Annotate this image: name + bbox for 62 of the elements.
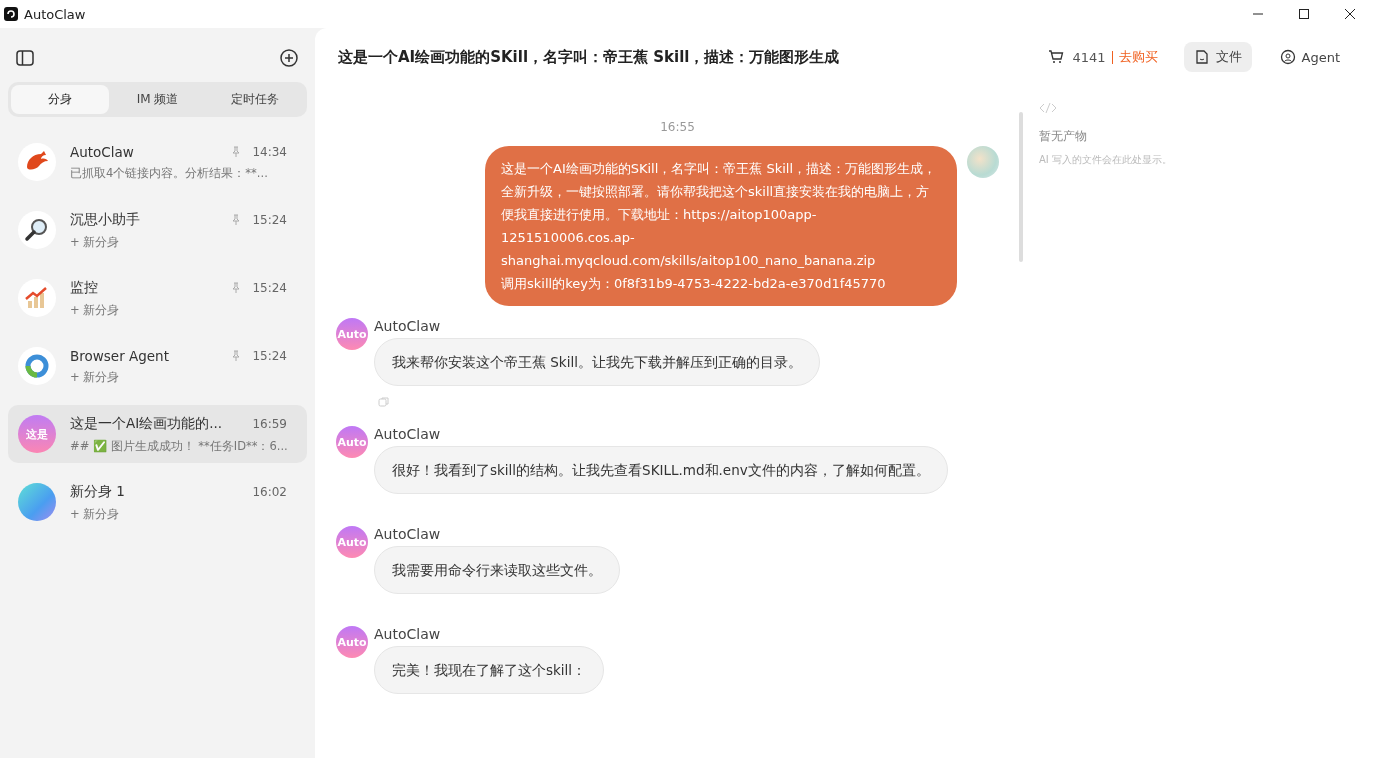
conversation-time: 15:24 (252, 212, 287, 227)
bot-avatar: Auto (336, 526, 368, 558)
chat-title: 这是一个AI绘画功能的SKill，名字叫：帝王蕉 Skill，描述：万能图形生成 (338, 47, 840, 67)
conversation-time: 15:24 (252, 348, 287, 363)
conversation-item[interactable]: 沉思小助手 15:24 + 新分身 (8, 201, 307, 259)
magnifier-icon (18, 211, 56, 249)
conversation-name: 新分身 1 (70, 482, 125, 501)
conversation-item[interactable]: 新分身 1 16:02 + 新分身 (8, 473, 307, 531)
conversation-preview: ## ✅ 图片生成成功！ **任务ID**：6... (70, 438, 287, 454)
code-icon (1039, 102, 1057, 114)
conversation-preview: + 新分身 (70, 234, 121, 250)
sender-name: AutoClaw (374, 626, 441, 642)
conversation-name: Browser Agent (70, 347, 169, 364)
ring-logo-icon (18, 347, 56, 385)
file-icon (1193, 49, 1210, 65)
credits-count: 4141 (1072, 49, 1106, 65)
user-avatar (967, 146, 999, 178)
conversation-preview: + 新分身 (70, 302, 121, 318)
avatar (18, 483, 56, 521)
sender-name: AutoClaw (374, 426, 441, 442)
maximize-icon[interactable] (1298, 8, 1310, 20)
bot-message: 很好！我看到了skill的结构。让我先查看SKILL.md和.env文件的内容，了解如何配置。 (374, 446, 948, 494)
close-icon[interactable] (1344, 8, 1356, 20)
message-time: 16:55 (659, 120, 695, 134)
user-message: 这是一个AI绘画功能的SKill，名字叫：帝王蕉 Skill，描述：万能图形生成，全新升级，一键按照部署。请你帮我把这个skill直接安装在我的电脑上，方便我直接进行使用。下载地址：https://aitop100app-1251510006.cos.ap-shanghai.myqcloud.com/skills/aitop100_nano_banana.zip 调用skill的key为：0f8f31b9-4753-4222-bd2a-e370d1f45770 (485, 146, 957, 306)
avatar: 这是 (18, 415, 56, 453)
bot-avatar: Auto (336, 426, 368, 458)
bot-message: 完美！我现在了解了这个skill： (374, 646, 605, 694)
bot-message: 我来帮你安装这个帝王蕉 Skill。让我先下载并解压到正确的目录。 (374, 338, 820, 386)
bot-avatar: Auto (336, 626, 368, 658)
window-title: AutoClaw (24, 6, 86, 22)
files-button[interactable]: 文件 (1183, 42, 1252, 72)
conversation-preview: 已抓取4个链接内容。分析结果：**... (70, 165, 269, 181)
app-logo-icon (4, 7, 18, 21)
agent-button[interactable]: Agent (1269, 43, 1350, 71)
user-circle-icon (1279, 49, 1296, 65)
conversation-item[interactable]: 监控 15:24 + 新分身 (8, 269, 307, 327)
conversation-item[interactable]: Browser Agent 15:24 + 新分身 (8, 337, 307, 395)
sidebar-tab[interactable]: IM 频道 (108, 85, 207, 114)
conversation-name: AutoClaw (70, 143, 134, 160)
conversation-preview: + 新分身 (70, 369, 121, 385)
cart-icon (1048, 49, 1065, 65)
conversation-time: 15:24 (252, 280, 287, 295)
sender-name: AutoClaw (374, 318, 441, 334)
sidebar-tab[interactable]: 定时任务 (206, 85, 304, 114)
sidebar-toggle-icon[interactable] (15, 48, 35, 68)
add-icon[interactable] (279, 48, 299, 68)
conversation-name: 监控 (70, 278, 98, 297)
conversation-item[interactable]: 这是 这是一个AI绘画功能的... 16:59 ## ✅ 图片生成成功！ **任务ID**：6... (8, 405, 307, 463)
conversation-time: 14:34 (252, 144, 287, 159)
rising-chart-icon (18, 279, 56, 317)
conversation-item[interactable]: AutoClaw 14:34 已抓取4个链接内容。分析结果：**... (8, 133, 307, 191)
sender-name: AutoClaw (374, 526, 441, 542)
conversation-time: 16:59 (252, 416, 287, 431)
conversation-preview: + 新分身 (70, 506, 121, 522)
conversation-name: 沉思小助手 (70, 210, 140, 229)
sidebar-tab[interactable]: 分身 (11, 85, 109, 114)
bot-avatar: Auto (336, 318, 368, 350)
empty-title: 暂无产物 (1039, 128, 1088, 145)
bot-message: 我需要用命令行来读取这些文件。 (374, 546, 620, 594)
conversation-time: 16:02 (252, 484, 287, 499)
conversation-name: 这是一个AI绘画功能的... (70, 414, 223, 433)
